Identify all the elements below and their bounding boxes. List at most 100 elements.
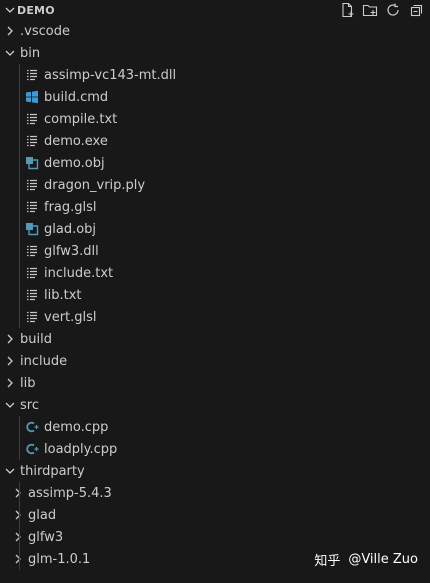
- item-label: thirdparty: [20, 463, 85, 479]
- cpp-file-icon: [24, 438, 40, 460]
- file-item-demo-obj[interactable]: demo.obj: [0, 152, 430, 174]
- file-item-compile-txt[interactable]: compile.txt: [0, 108, 430, 130]
- chevron-down-icon[interactable]: [2, 42, 18, 64]
- text-file-icon: [24, 174, 40, 196]
- chevron-right-icon[interactable]: [2, 328, 18, 350]
- chevron-right-icon[interactable]: [10, 548, 26, 570]
- chevron-right-icon[interactable]: [2, 350, 18, 372]
- file-item-glfw3-dll[interactable]: glfw3.dll: [0, 240, 430, 262]
- indent-guide: [19, 86, 20, 108]
- chevron-right-icon[interactable]: [10, 504, 26, 526]
- item-label: glm-1.0.1: [28, 551, 91, 567]
- chevron-down-icon[interactable]: [2, 394, 18, 416]
- indent-guide: [19, 548, 20, 570]
- indent-guide: [19, 218, 20, 240]
- file-item-include-txt[interactable]: include.txt: [0, 262, 430, 284]
- indent-guide: [19, 174, 20, 196]
- indent-guide: [19, 108, 20, 130]
- item-label: demo.obj: [44, 155, 105, 171]
- item-label: glad: [28, 507, 57, 523]
- text-file-icon: [24, 130, 40, 152]
- chevron-right-icon[interactable]: [10, 526, 26, 548]
- chevron-right-icon[interactable]: [10, 482, 26, 504]
- text-file-icon: [24, 196, 40, 218]
- cpp-file-icon: [24, 416, 40, 438]
- folder-item-lib[interactable]: lib: [0, 372, 430, 394]
- file-item-build-cmd[interactable]: build.cmd: [0, 86, 430, 108]
- indent-guide: [19, 306, 20, 328]
- item-label: glfw3.dll: [44, 243, 99, 259]
- item-label: assimp-vc143-mt.dll: [44, 67, 177, 83]
- file-item-frag-glsl[interactable]: frag.glsl: [0, 196, 430, 218]
- file-item-glad-obj[interactable]: glad.obj: [0, 218, 430, 240]
- chevron-down-icon[interactable]: [3, 0, 17, 20]
- watermark: 知乎 @Ville Zuo: [314, 550, 418, 569]
- item-label: .vscode: [20, 23, 70, 39]
- file-tree: .vscode bin assimp-vc143-mt.dll build.cmd co…: [0, 20, 430, 570]
- file-item-loadply-cpp[interactable]: loadply.cpp: [0, 438, 430, 460]
- item-label: dragon_vrip.ply: [44, 177, 146, 193]
- indent-guide: [19, 196, 20, 218]
- item-label: demo.exe: [44, 133, 108, 149]
- folder-item-bin[interactable]: bin: [0, 42, 430, 64]
- new-file-icon[interactable]: [338, 1, 355, 18]
- item-label: loadply.cpp: [44, 441, 118, 457]
- folder-item-glad[interactable]: glad: [0, 504, 430, 526]
- indent-guide: [19, 240, 20, 262]
- item-label: build: [20, 331, 52, 347]
- file-item-lib-txt[interactable]: lib.txt: [0, 284, 430, 306]
- folder-item-src[interactable]: src: [0, 394, 430, 416]
- indent-guide: [19, 482, 20, 504]
- indent-guide: [19, 438, 20, 460]
- text-file-icon: [24, 262, 40, 284]
- indent-guide: [19, 130, 20, 152]
- item-label: include: [20, 353, 68, 369]
- item-label: frag.glsl: [44, 199, 97, 215]
- explorer-actions: [338, 1, 424, 18]
- text-file-icon: [24, 240, 40, 262]
- item-label: lib: [20, 375, 36, 391]
- item-label: glad.obj: [44, 221, 97, 237]
- item-label: compile.txt: [44, 111, 118, 127]
- item-label: assimp-5.4.3: [28, 485, 112, 501]
- watermark-author: @Ville Zuo: [348, 552, 418, 567]
- item-label: build.cmd: [44, 89, 109, 105]
- item-label: glfw3: [28, 529, 64, 545]
- indent-guide: [19, 262, 20, 284]
- file-item-demo-exe[interactable]: demo.exe: [0, 130, 430, 152]
- object-file-icon: [24, 218, 40, 240]
- item-label: vert.glsl: [44, 309, 97, 325]
- windows-icon: [24, 86, 40, 108]
- explorer-header: DEMO: [0, 0, 430, 20]
- indent-guide: [19, 416, 20, 438]
- text-file-icon: [24, 108, 40, 130]
- folder-item-build[interactable]: build: [0, 328, 430, 350]
- chevron-right-icon[interactable]: [2, 372, 18, 394]
- refresh-icon[interactable]: [384, 1, 401, 18]
- item-label: bin: [20, 45, 41, 61]
- file-item-dragon-vrip-ply[interactable]: dragon_vrip.ply: [0, 174, 430, 196]
- file-item-demo-cpp[interactable]: demo.cpp: [0, 416, 430, 438]
- indent-guide: [19, 526, 20, 548]
- file-item-vert-glsl[interactable]: vert.glsl: [0, 306, 430, 328]
- item-label: include.txt: [44, 265, 114, 281]
- text-file-icon: [24, 306, 40, 328]
- new-folder-icon[interactable]: [361, 1, 378, 18]
- chevron-down-icon[interactable]: [2, 460, 18, 482]
- file-item-assimp-vc143-mt-dll[interactable]: assimp-vc143-mt.dll: [0, 64, 430, 86]
- folder-item-thirdparty[interactable]: thirdparty: [0, 460, 430, 482]
- explorer-title[interactable]: DEMO: [17, 4, 55, 17]
- item-label: src: [20, 397, 39, 413]
- indent-guide: [19, 284, 20, 306]
- folder-item-glfw3[interactable]: glfw3: [0, 526, 430, 548]
- text-file-icon: [24, 284, 40, 306]
- folder-item-assimp-5-4-3[interactable]: assimp-5.4.3: [0, 482, 430, 504]
- chevron-right-icon[interactable]: [2, 20, 18, 42]
- folder-item-include[interactable]: include: [0, 350, 430, 372]
- item-label: lib.txt: [44, 287, 82, 303]
- folder-item-vscode[interactable]: .vscode: [0, 20, 430, 42]
- item-label: demo.cpp: [44, 419, 109, 435]
- indent-guide: [19, 504, 20, 526]
- watermark-brand: 知乎: [314, 554, 341, 569]
- collapse-all-icon[interactable]: [407, 1, 424, 18]
